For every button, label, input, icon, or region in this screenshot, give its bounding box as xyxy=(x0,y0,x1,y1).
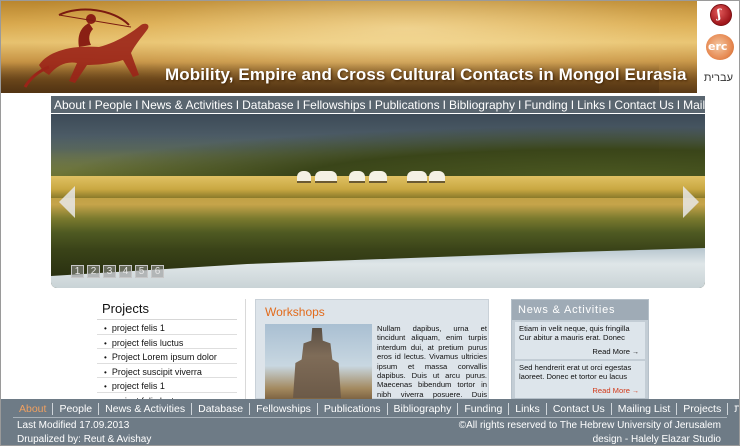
nav-people[interactable]: People xyxy=(95,98,132,112)
design-credit: design - Halely Elazar Studio xyxy=(592,434,721,445)
footer-nav-about[interactable]: About xyxy=(13,403,54,415)
main-navigation: About I People I News & Activities I Databa… xyxy=(51,96,739,113)
yurt-image xyxy=(369,171,387,183)
news-item: Sed hendrerit erat ut orci egestas laore… xyxy=(515,361,645,398)
arrow-right-icon: → xyxy=(632,388,639,395)
footer-nav-contact-us[interactable]: Contact Us xyxy=(547,403,612,415)
slide-page-button[interactable]: 1 xyxy=(71,265,84,278)
site-title: Mobility, Empire and Cross Cultural Cont… xyxy=(165,65,687,84)
nav-publications[interactable]: Publications xyxy=(375,98,440,112)
footer-nav-people[interactable]: People xyxy=(53,403,100,415)
project-item[interactable]: project felis 1 xyxy=(97,320,237,335)
slide-page-button[interactable]: 6 xyxy=(151,265,164,278)
footer-navigation: About People News & Activities Database … xyxy=(13,402,739,416)
erc-logo[interactable]: erc xyxy=(706,34,734,60)
nav-funding[interactable]: Funding xyxy=(524,98,567,112)
page: Mobility, Empire and Cross Cultural Cont… xyxy=(0,0,740,446)
drupalized-credit: Drupalized by: Reut & Avishay xyxy=(17,434,152,445)
footer-nav-publications[interactable]: Publications xyxy=(318,403,388,415)
footer-nav-news-activities[interactable]: News & Activities xyxy=(99,403,193,415)
project-item[interactable]: project felis 1 xyxy=(97,378,237,393)
copyright-text: ©All rights reserved to The Hebrew Unive… xyxy=(458,420,721,431)
arrow-right-icon: → xyxy=(632,349,639,356)
projects-list: Projects project felis 1 project felis l… xyxy=(97,301,237,407)
slide-next-arrow-icon[interactable] xyxy=(683,186,699,218)
slide-page-button[interactable]: 4 xyxy=(119,265,132,278)
slide-pager: 1 2 3 4 5 6 xyxy=(71,265,164,278)
footer-nav-hebrew[interactable]: עברית xyxy=(728,403,739,415)
yurt-image xyxy=(297,171,311,183)
news-title[interactable]: News & Activities xyxy=(512,300,648,316)
project-item[interactable]: project felis luctus xyxy=(97,335,237,349)
logo-column: ʃ erc עברית xyxy=(697,1,739,93)
footer-nav-projects[interactable]: Projects xyxy=(677,403,729,415)
footer-nav-links[interactable]: Links xyxy=(509,403,547,415)
mongol-archer-logo xyxy=(23,8,149,88)
footer-nav-mailing-list[interactable]: Mailing List xyxy=(612,403,678,415)
nav-about[interactable]: About xyxy=(54,98,85,112)
site-footer: About People News & Activities Database … xyxy=(1,399,739,445)
yurt-image xyxy=(349,171,365,183)
read-more-link[interactable]: Read More → xyxy=(592,386,639,395)
nav-mailing-list[interactable]: Mailing List xyxy=(683,98,739,112)
nav-fellowships[interactable]: Fellowships xyxy=(303,98,366,112)
nav-database[interactable]: Database xyxy=(242,98,293,112)
nav-contact-us[interactable]: Contact Us xyxy=(614,98,673,112)
footer-nav-funding[interactable]: Funding xyxy=(458,403,510,415)
column-divider xyxy=(245,299,246,399)
hebrew-language-link[interactable]: עברית xyxy=(704,72,733,84)
nav-news-activities[interactable]: News & Activities xyxy=(141,98,232,112)
footer-divider xyxy=(13,417,727,418)
footer-nav-fellowships[interactable]: Fellowships xyxy=(250,403,318,415)
nav-bibliography[interactable]: Bibliography xyxy=(449,98,515,112)
project-item[interactable]: Project Lorem ipsum dolor xyxy=(97,349,237,364)
workshops-title[interactable]: Workshops xyxy=(265,305,488,319)
site-header: Mobility, Empire and Cross Cultural Cont… xyxy=(1,1,739,93)
yurt-image xyxy=(315,171,337,183)
slide-page-button[interactable]: 3 xyxy=(103,265,116,278)
news-activities-panel: News & Activities Etiam in velit neque, … xyxy=(511,299,649,399)
image-slideshow: 1 2 3 4 5 6 xyxy=(51,114,705,288)
nav-links[interactable]: Links xyxy=(577,98,605,112)
workshops-panel: Workshops Nullam dapibus, urna et tincid… xyxy=(255,299,489,400)
footer-nav-bibliography[interactable]: Bibliography xyxy=(388,403,459,415)
slide-page-button[interactable]: 5 xyxy=(135,265,148,278)
workshop-stupa-image[interactable] xyxy=(265,324,372,400)
workshop-description: Nullam dapibus, urna et tincidunt aliqua… xyxy=(377,324,487,399)
yurt-image xyxy=(407,171,427,183)
projects-title: Projects xyxy=(102,301,149,316)
read-more-link[interactable]: Read More → xyxy=(592,347,639,356)
last-modified-text: Last Modified 17.09.2013 xyxy=(17,420,130,431)
footer-nav-database[interactable]: Database xyxy=(192,403,251,415)
yurt-image xyxy=(429,171,445,183)
project-item[interactable]: Project suscipit viverra xyxy=(97,364,237,378)
news-item: Etiam in velit neque, quis fringilla Cur… xyxy=(515,322,645,359)
slide-prev-arrow-icon[interactable] xyxy=(59,186,75,218)
hebrew-university-logo[interactable]: ʃ xyxy=(710,4,732,26)
slide-page-button[interactable]: 2 xyxy=(87,265,100,278)
